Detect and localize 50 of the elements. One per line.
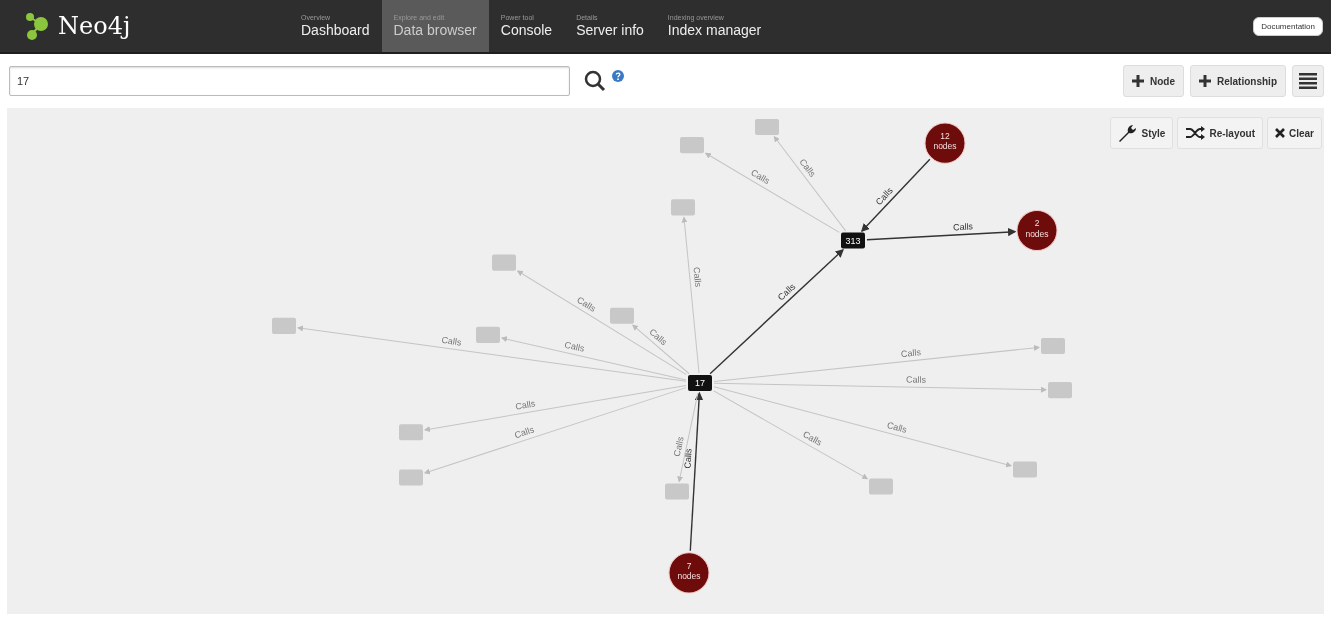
faded-node[interactable] xyxy=(399,424,423,441)
relationship-label: Calls xyxy=(952,221,974,233)
relationship-label: Calls xyxy=(513,424,536,441)
add-button[interactable]: Relationship xyxy=(1190,65,1286,97)
faded-node[interactable] xyxy=(755,119,779,136)
search-icon[interactable] xyxy=(584,70,606,92)
relationship-line[interactable] xyxy=(861,158,931,233)
relayout-button[interactable]: Re-layout xyxy=(1177,117,1263,149)
faded-node[interactable] xyxy=(476,326,500,343)
plus-icon xyxy=(1199,75,1211,87)
faded-node[interactable] xyxy=(399,469,423,486)
clear-button[interactable]: Clear xyxy=(1267,117,1322,149)
faded-node[interactable] xyxy=(1013,461,1037,478)
wrench-icon xyxy=(1117,123,1138,143)
node-group-circle[interactable]: 7 nodes xyxy=(668,552,710,594)
graph-node[interactable]: 313 xyxy=(841,232,865,249)
faded-node[interactable] xyxy=(1041,337,1065,354)
search-field[interactable]: 17 xyxy=(9,66,570,96)
plus-icon xyxy=(1132,75,1144,87)
relationship-label: Calls xyxy=(801,429,824,448)
logo-icon xyxy=(24,11,50,41)
help-icon[interactable] xyxy=(612,70,624,82)
relationship-label: Calls xyxy=(906,374,927,385)
faded-node[interactable] xyxy=(665,483,689,500)
relationship-label: Calls xyxy=(691,266,704,288)
app-logo: Neo4j xyxy=(58,12,131,40)
relationship-label: Calls xyxy=(575,294,598,314)
documentation-button[interactable]: Documentation xyxy=(1253,16,1323,36)
faded-node[interactable] xyxy=(492,254,516,271)
relationship-label: Calls xyxy=(900,347,922,360)
menu-button[interactable] xyxy=(1292,65,1324,97)
style-button[interactable]: Style xyxy=(1109,117,1174,149)
faded-node[interactable] xyxy=(610,307,634,324)
relationship-label: Calls xyxy=(514,398,536,412)
relationship-label: Calls xyxy=(749,167,772,187)
relationship-label: Calls xyxy=(440,334,462,348)
relationship-label: Calls xyxy=(563,339,586,354)
faded-node[interactable] xyxy=(1048,382,1072,399)
faded-node[interactable] xyxy=(869,478,893,495)
node-group-circle[interactable]: 12 nodes xyxy=(924,122,966,164)
close-icon xyxy=(1275,128,1285,138)
node-group-circle[interactable]: 2 nodes xyxy=(1016,209,1058,252)
menu-icon xyxy=(1299,73,1317,89)
faded-node[interactable] xyxy=(671,199,695,216)
shuffle-icon xyxy=(1185,126,1206,140)
relationship-label: Calls xyxy=(886,420,908,435)
add-button[interactable]: Node xyxy=(1123,65,1184,97)
faded-node[interactable] xyxy=(680,137,704,154)
faded-node[interactable] xyxy=(272,317,296,334)
graph-node[interactable]: 17 xyxy=(688,375,712,392)
